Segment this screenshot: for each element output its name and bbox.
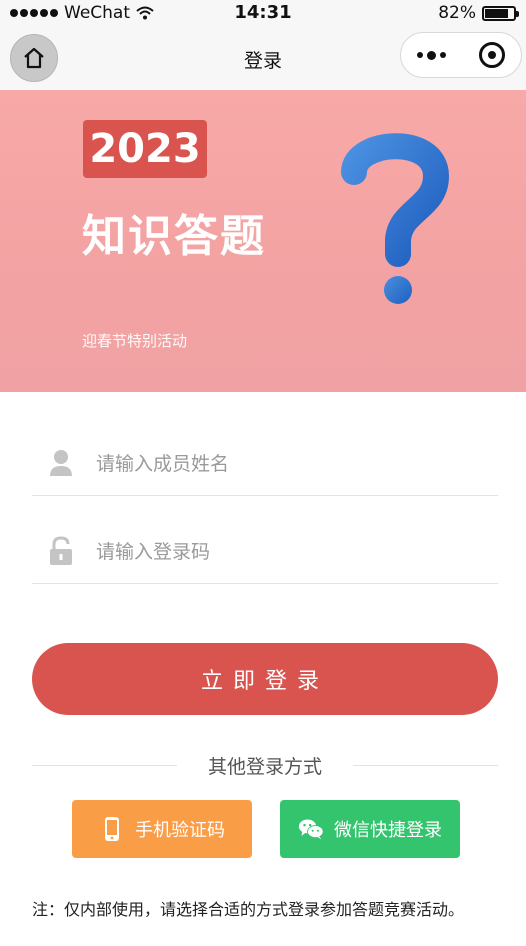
banner: 2023 知识答题 迎春节特别活动 [0, 90, 526, 392]
code-field-row [32, 518, 498, 584]
question-mark-icon [341, 133, 450, 304]
more-icon[interactable] [417, 50, 447, 60]
mini-program-capsule [400, 32, 522, 78]
login-code-input[interactable] [96, 538, 476, 566]
member-name-input[interactable] [96, 450, 476, 478]
usage-note: 注：仅内部使用，请选择合适的方式登录参加答题竞赛活动。 [32, 900, 465, 919]
year-badge: 2023 [83, 120, 207, 178]
wechat-login-label: 微信快捷登录 [334, 820, 442, 841]
banner-subtitle: 迎春节特别活动 [82, 332, 188, 350]
user-icon [50, 450, 72, 476]
status-bar: WeChat 14:31 82% [0, 0, 526, 26]
nav-bar: 登录 [0, 26, 526, 90]
banner-title: 知识答题 [82, 211, 266, 262]
battery-icon [482, 5, 519, 21]
mobile-phone-icon [105, 817, 119, 841]
other-login-divider: 其他登录方式 [32, 752, 498, 778]
name-field-row [32, 430, 498, 496]
close-mini-program-icon[interactable] [478, 42, 505, 68]
battery-group: 82% [438, 3, 519, 23]
wechat-login-button[interactable]: 微信快捷登录 [280, 800, 460, 858]
login-button[interactable]: 立即登录 [32, 643, 498, 715]
divider-right [353, 765, 498, 766]
phone-login-label: 手机验证码 [135, 820, 225, 841]
lock-icon [50, 536, 72, 565]
battery-percent: 82% [438, 3, 476, 23]
phone-code-login-button[interactable]: 手机验证码 [72, 800, 252, 858]
wechat-icon [298, 819, 324, 840]
